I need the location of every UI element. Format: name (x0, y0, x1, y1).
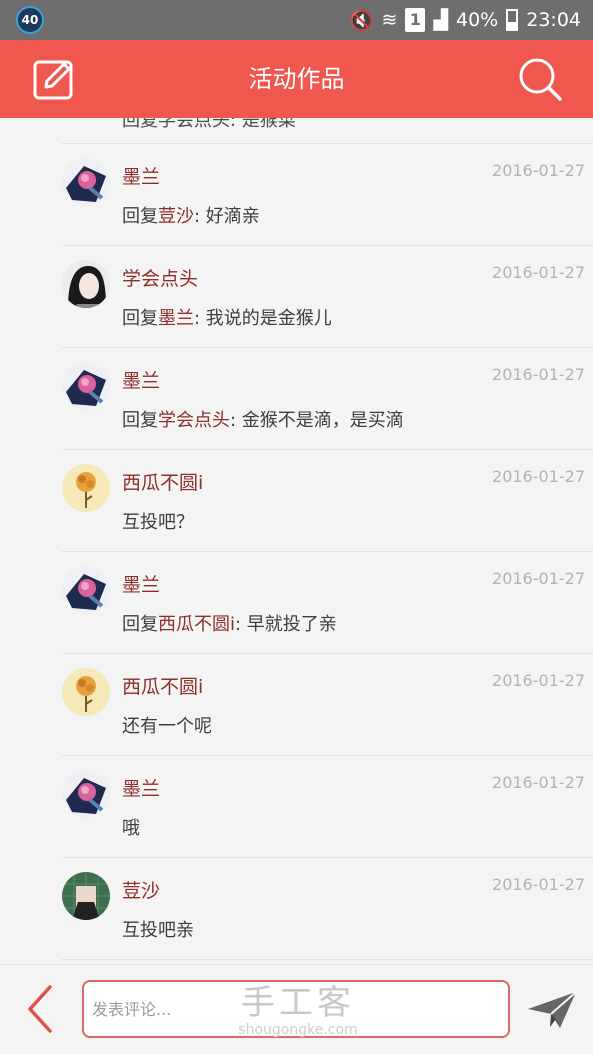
comment-list[interactable]: 回复学会点头: 是猴菜 墨兰 2016-01-27 回复荳沙: 好滴亲 学会点头 201… (0, 118, 593, 964)
comment-username[interactable]: 墨兰 (122, 774, 160, 801)
comment-body: 哦 (122, 818, 140, 839)
comment-body: : 好滴亲 (194, 206, 260, 227)
status-icons: 🔇 ≋ 1 ▟ 40% 23:04 (350, 0, 581, 40)
mute-icon: 🔇 (349, 9, 374, 32)
comment-username[interactable]: 墨兰 (122, 570, 160, 597)
comment-input[interactable] (82, 980, 510, 1038)
reply-mention[interactable]: 墨兰 (158, 308, 194, 329)
comment-date: 2016-01-27 (492, 773, 585, 792)
comment-username[interactable]: 荳沙 (122, 876, 160, 903)
reply-prefix: 回复 (122, 410, 158, 431)
avatar[interactable] (62, 362, 110, 410)
search-icon[interactable] (517, 56, 563, 102)
list-item-partial: 回复学会点头: 是猴菜 (62, 118, 593, 144)
comment-username[interactable]: 西瓜不圆i (122, 672, 203, 699)
signal-icon: ▟ (433, 9, 448, 31)
comment-item[interactable]: 荳沙 2016-01-27 互投吧亲 (62, 858, 593, 960)
comment-item[interactable]: 墨兰 2016-01-27 回复荳沙: 好滴亲 (62, 144, 593, 246)
avatar[interactable] (62, 770, 110, 818)
comment-username[interactable]: 西瓜不圆i (122, 468, 203, 495)
reply-prefix: 回复 (122, 614, 158, 635)
comment-date: 2016-01-27 (492, 467, 585, 486)
comment-item[interactable]: 墨兰 2016-01-27 哦 (62, 756, 593, 858)
comment-body: 还有一个呢 (122, 716, 212, 737)
comment-text: 回复荳沙: 好滴亲 (122, 202, 260, 228)
avatar[interactable] (62, 260, 110, 308)
comment-body: : 我说的是金猴儿 (194, 308, 332, 329)
reply-mention[interactable]: 荳沙 (158, 206, 194, 227)
status-bar: 40 🔇 ≋ 1 ▟ 40% 23:04 (0, 0, 593, 40)
send-icon[interactable] (526, 989, 578, 1031)
avatar[interactable] (62, 566, 110, 614)
comment-text: 还有一个呢 (122, 712, 212, 738)
comment-username[interactable]: 学会点头 (122, 264, 198, 291)
wifi-icon: ≋ (381, 9, 398, 31)
comment-date: 2016-01-27 (492, 365, 585, 384)
comment-text: 回复学会点头: 金猴不是滴，是买滴 (122, 406, 404, 432)
partial-comment-text: 回复学会点头: 是猴菜 (122, 118, 296, 131)
sim-icon: 1 (405, 8, 426, 32)
comment-item[interactable]: 西瓜不圆i 2016-01-27 还有一个呢 (62, 654, 593, 756)
comment-date: 2016-01-27 (492, 263, 585, 282)
notification-badge: 40 (16, 6, 44, 34)
comment-item[interactable]: 墨兰 2016-01-27 回复西瓜不圆i: 早就投了亲 (62, 552, 593, 654)
comment-body: : 金猴不是滴，是买滴 (230, 410, 404, 431)
reply-mention[interactable]: 学会点头 (158, 410, 230, 431)
clock: 23:04 (526, 9, 581, 31)
comment-body: : 早就投了亲 (235, 614, 337, 635)
reply-prefix: 回复 (122, 206, 158, 227)
avatar[interactable] (62, 668, 110, 716)
page-title: 活动作品 (248, 65, 345, 93)
avatar[interactable] (62, 872, 110, 920)
app-header: 活动作品 (0, 40, 593, 118)
battery-percent: 40% (456, 9, 499, 31)
comment-body: 互投吧亲 (122, 920, 194, 941)
chevron-left-icon[interactable] (22, 983, 56, 1035)
comment-date: 2016-01-27 (492, 875, 585, 894)
comment-item[interactable]: 学会点头 2016-01-27 回复墨兰: 我说的是金猴儿 (62, 246, 593, 348)
comment-text: 回复西瓜不圆i: 早就投了亲 (122, 610, 337, 636)
comment-username[interactable]: 墨兰 (122, 366, 160, 393)
comment-item[interactable]: 西瓜不圆i 2016-01-27 互投吧？ (62, 450, 593, 552)
comment-username[interactable]: 墨兰 (122, 162, 160, 189)
comment-text: 哦 (122, 814, 140, 840)
reply-prefix: 回复 (122, 308, 158, 329)
comment-text: 互投吧亲 (122, 916, 194, 942)
comment-date: 2016-01-27 (492, 569, 585, 588)
comment-bar: 手工客 shougongke.com (0, 964, 593, 1054)
comment-text: 回复墨兰: 我说的是金猴儿 (122, 304, 332, 330)
avatar[interactable] (62, 464, 110, 512)
comment-item[interactable]: 墨兰 2016-01-27 回复学会点头: 金猴不是滴，是买滴 (62, 348, 593, 450)
comment-body: 互投吧？ (122, 512, 194, 533)
comment-text: 互投吧？ (122, 508, 194, 534)
reply-mention[interactable]: 西瓜不圆i (158, 614, 235, 635)
comment-date: 2016-01-27 (492, 671, 585, 690)
comment-date: 2016-01-27 (492, 161, 585, 180)
avatar[interactable] (62, 158, 110, 206)
battery-icon (506, 9, 519, 31)
